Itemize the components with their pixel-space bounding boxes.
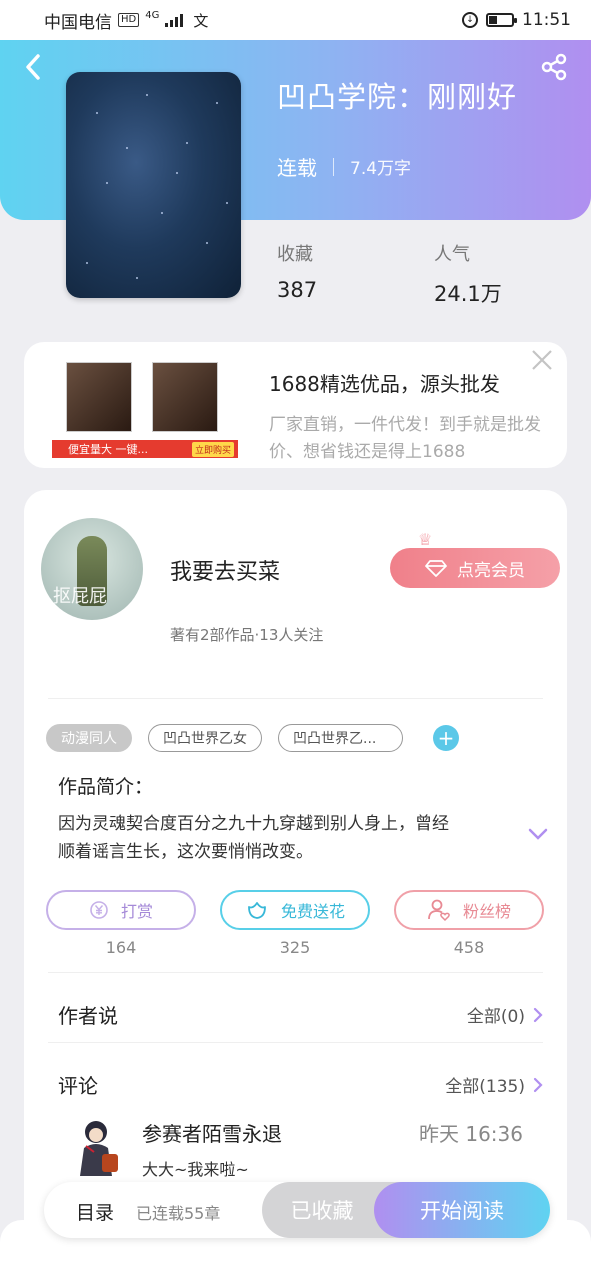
vip-button-label: 点亮会员 <box>457 560 525 581</box>
toc-button[interactable]: 目录 <box>76 1198 114 1225</box>
comment-time: 昨天 16:36 <box>419 1122 523 1146</box>
flower-icon <box>248 902 266 919</box>
ad-description-line: 价、想省钱还是得上1688 <box>269 442 466 462</box>
ad-buy-button[interactable]: 立即购买 <box>191 441 234 457</box>
anime-character-icon <box>80 1121 118 1176</box>
start-reading-button[interactable]: 开始阅读 <box>374 1182 550 1238</box>
serial-status: 连载 <box>277 156 317 180</box>
data-saver-icon: ↓ <box>462 12 478 28</box>
ad-product-thumb <box>152 362 218 432</box>
clock: 11:51 <box>522 10 571 30</box>
start-reading-label: 开始阅读 <box>420 1199 504 1223</box>
diamond-icon <box>425 560 447 577</box>
word-count: 7.4万字 <box>350 159 412 179</box>
divider <box>48 1042 543 1043</box>
crown-icon: ♕ <box>418 530 433 549</box>
vip-button[interactable]: 点亮会员 <box>390 548 560 588</box>
user-heart-icon <box>428 899 450 922</box>
author-says-title: 作者说 <box>58 1004 118 1028</box>
intro-line: 顺着谣言生长，这次要悄悄改变。 <box>58 842 313 862</box>
stat-popularity: 人气 24.1万 <box>434 240 502 308</box>
ad-description: 厂家直销，一件代发！到手就是批发 价、想省钱还是得上1688 <box>269 412 567 466</box>
fans-ranking-button[interactable]: 粉丝榜 <box>394 890 544 930</box>
close-icon <box>532 350 552 370</box>
commenter-avatar[interactable] <box>72 1116 128 1178</box>
tag-chip[interactable]: 动漫同人 <box>46 724 132 752</box>
ad-banner[interactable]: 便宜量大 一键... 立即购买 1688精选优品，源头批发 厂家直销，一件代发！… <box>24 342 567 468</box>
status-bar: 中国电信 HD 4G 文 ↓ 11:51 <box>0 0 591 40</box>
carrier-label: 中国电信 <box>44 12 112 33</box>
stat-label: 人气 <box>434 244 470 265</box>
add-tag-button[interactable]: + <box>433 725 459 751</box>
chevron-left-icon <box>26 54 40 80</box>
signal-icon <box>165 13 184 27</box>
intro-line: 因为灵魂契合度百分之九十九穿越到别人身上，曾经 <box>58 814 449 834</box>
battery-icon <box>486 13 517 27</box>
reward-button[interactable]: 打赏 <box>46 890 196 930</box>
commenter-name[interactable]: 参赛者陌雪永退 <box>142 1118 282 1147</box>
author-subtitle: 著有2部作品·13人关注 <box>170 626 324 644</box>
reward-label: 打赏 <box>120 902 153 921</box>
send-flower-label: 免费送花 <box>280 902 345 921</box>
extra-status-icon: 文 <box>193 11 209 30</box>
tag-list: 动漫同人 凹凸世界乙女 凹凸世界乙... + <box>46 724 459 752</box>
divider <box>48 972 543 973</box>
yen-coin-icon <box>90 901 108 919</box>
comments-all-link[interactable]: 全部(135) <box>445 1072 543 1097</box>
comments-title: 评论 <box>58 1074 98 1098</box>
book-meta: 连载 7.4万字 <box>277 152 411 181</box>
tag-chip[interactable]: 凹凸世界乙... <box>278 724 403 752</box>
meta-divider <box>333 157 334 176</box>
avatar-watermark: 抠屁屁 <box>53 586 107 607</box>
stat-label: 收藏 <box>277 244 313 265</box>
divider <box>48 698 543 699</box>
ad-close-button[interactable] <box>529 348 555 374</box>
author-says-all-label: 全部(0) <box>466 1007 525 1027</box>
fans-ranking-label: 粉丝榜 <box>462 902 511 921</box>
ad-title: 1688精选优品，源头批发 <box>269 372 500 396</box>
ad-image: 便宜量大 一键... 立即购买 <box>52 356 238 462</box>
ad-banner-text: 便宜量大 一键... <box>68 443 148 456</box>
stat-value: 387 <box>277 278 318 302</box>
tag-chip[interactable]: 凹凸世界乙女 <box>148 724 262 752</box>
chapter-count: 已连载55章 <box>136 1204 221 1223</box>
stat-value: 24.1万 <box>434 282 502 306</box>
author-says-all-link[interactable]: 全部(0) <box>467 1002 543 1027</box>
author-name[interactable]: 我要去买菜 <box>170 554 280 586</box>
ad-promo-strip: 便宜量大 一键... 立即购买 <box>52 440 238 458</box>
reward-count: 164 <box>105 938 137 957</box>
chevron-down-icon <box>528 828 548 840</box>
chevron-right-icon <box>533 1077 543 1092</box>
collected-label: 已收藏 <box>290 1199 354 1223</box>
book-detail-card: 抠屁屁 我要去买菜 ♕ 点亮会员 著有2部作品·13人关注 动漫同人 凹凸世界乙… <box>24 490 567 1280</box>
share-button[interactable] <box>539 52 569 82</box>
chevron-right-icon <box>533 1007 543 1022</box>
book-cover[interactable] <box>66 72 241 298</box>
ad-product-thumb <box>66 362 132 432</box>
ad-description-line: 厂家直销，一件代发！到手就是批发 <box>269 415 541 435</box>
bottom-action-bar: 目录 已连载55章 已收藏 开始阅读 <box>44 1182 550 1238</box>
intro-label: 作品简介： <box>58 776 154 798</box>
author-avatar[interactable]: 抠屁屁 <box>41 518 143 620</box>
hd-icon: HD <box>118 13 140 27</box>
book-title: 凹凸学院：刚刚好 <box>277 80 518 114</box>
flower-count: 325 <box>279 938 311 957</box>
stat-collections: 收藏 387 <box>277 240 317 302</box>
fans-count: 458 <box>453 938 485 957</box>
network-label: 4G <box>145 9 160 21</box>
comments-all-label: 全部(135) <box>445 1077 525 1097</box>
back-button[interactable] <box>22 52 46 82</box>
send-flower-button[interactable]: 免费送花 <box>220 890 370 930</box>
share-icon <box>541 53 567 81</box>
intro-text: 因为灵魂契合度百分之九十九穿越到别人身上，曾经 顺着谣言生长，这次要悄悄改变。 <box>58 810 508 866</box>
expand-intro-button[interactable] <box>528 826 548 840</box>
comment-text: 大大~我来啦~ <box>142 1160 249 1179</box>
